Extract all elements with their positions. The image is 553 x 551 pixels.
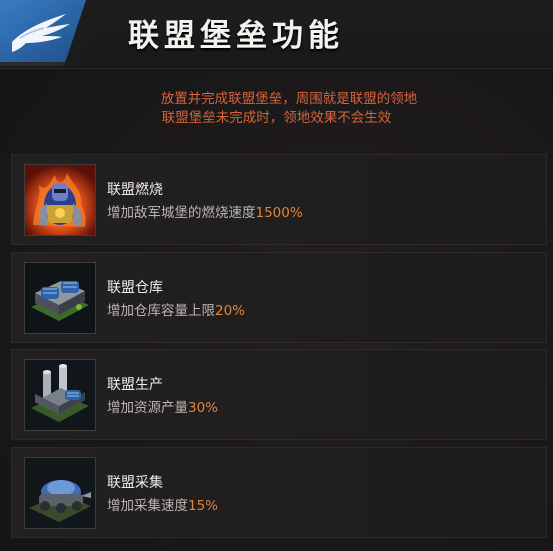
production-factory-icon (24, 359, 96, 431)
feature-value: 1500% (255, 205, 303, 221)
gathering-vehicle-icon (24, 457, 96, 529)
feature-description-text: 增加资源产量 (107, 400, 188, 416)
feature-value: 15% (188, 498, 219, 514)
feature-row-alliance-production: 联盟生产 增加资源产量30% (11, 349, 547, 440)
territory-description-line-1: 放置并完成联盟堡垒，周围就是联盟的领地 (160, 91, 418, 107)
feature-name: 联盟采集 (107, 475, 163, 491)
feature-value: 20% (215, 303, 246, 319)
eagle-wing-icon (0, 0, 102, 66)
warehouse-building-icon (24, 262, 96, 334)
feature-name: 联盟生产 (107, 377, 163, 393)
feature-description-text: 增加采集速度 (107, 498, 188, 514)
feature-description: 增加采集速度15% (107, 494, 218, 514)
feature-value: 30% (188, 400, 219, 416)
alliance-fortress-panel: 联盟堡垒功能 放置并完成联盟堡垒，周围就是联盟的领地 联盟堡垒未完成时，领地效果… (0, 0, 553, 551)
panel-header: 联盟堡垒功能 (0, 0, 553, 69)
territory-description-line-2: 联盟堡垒未完成时，领地效果不会生效 (161, 110, 392, 126)
burning-knight-icon (24, 164, 96, 236)
feature-description: 增加资源产量30% (107, 396, 218, 416)
feature-row-alliance-burn: 联盟燃烧 增加敌军城堡的燃烧速度1500% (11, 154, 547, 245)
feature-description: 增加敌军城堡的燃烧速度1500% (107, 201, 303, 221)
feature-row-alliance-warehouse: 联盟仓库 增加仓库容量上限20% (11, 252, 547, 343)
feature-name: 联盟仓库 (107, 280, 163, 296)
feature-description-text: 增加敌军城堡的燃烧速度 (107, 205, 256, 221)
feature-name: 联盟燃烧 (107, 182, 163, 198)
feature-description: 增加仓库容量上限20% (107, 299, 245, 319)
feature-row-alliance-gathering: 联盟采集 增加采集速度15% (11, 447, 547, 538)
page-title: 联盟堡垒功能 (128, 18, 344, 54)
feature-description-text: 增加仓库容量上限 (107, 303, 215, 319)
